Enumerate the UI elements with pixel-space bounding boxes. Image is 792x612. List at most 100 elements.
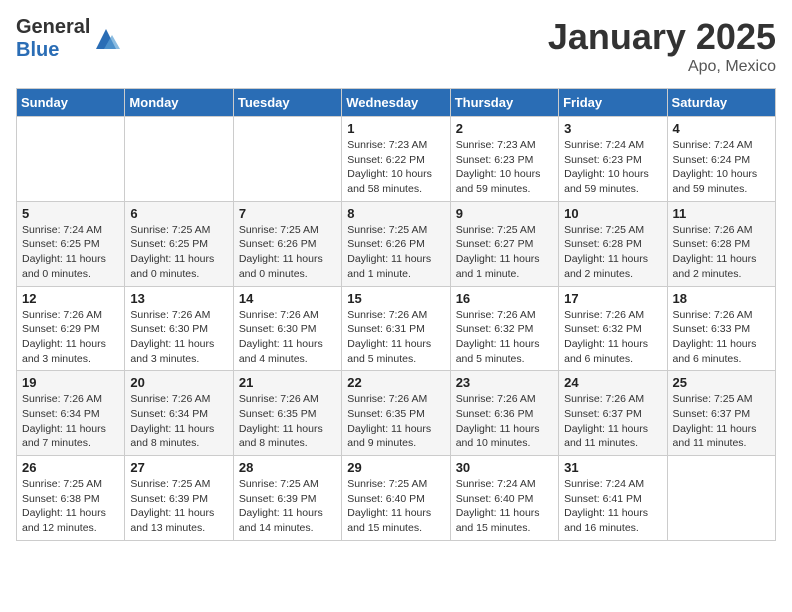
header-sunday: Sunday bbox=[17, 89, 125, 117]
day-info: Sunrise: 7:26 AM Sunset: 6:32 PM Dayligh… bbox=[564, 308, 661, 367]
day-number: 15 bbox=[347, 291, 444, 306]
day-info: Sunrise: 7:26 AM Sunset: 6:31 PM Dayligh… bbox=[347, 308, 444, 367]
header-monday: Monday bbox=[125, 89, 233, 117]
day-number: 31 bbox=[564, 460, 661, 475]
day-info: Sunrise: 7:26 AM Sunset: 6:34 PM Dayligh… bbox=[22, 392, 119, 451]
calendar-header-row: Sunday Monday Tuesday Wednesday Thursday… bbox=[17, 89, 776, 117]
day-info: Sunrise: 7:24 AM Sunset: 6:24 PM Dayligh… bbox=[673, 138, 770, 197]
cell-4-5: 31 Sunrise: 7:24 AM Sunset: 6:41 PM Dayli… bbox=[559, 456, 667, 541]
day-info: Sunrise: 7:26 AM Sunset: 6:32 PM Dayligh… bbox=[456, 308, 553, 367]
cell-2-4: 16Sunrise: 7:26 AM Sunset: 6:32 PM Dayli… bbox=[450, 286, 558, 371]
day-info: Sunrise: 7:25 AM Sunset: 6:26 PM Dayligh… bbox=[239, 223, 336, 282]
day-number: 9 bbox=[456, 206, 553, 221]
cell-4-2: 28 Sunrise: 7:25 AM Sunset: 6:39 PM Dayli… bbox=[233, 456, 341, 541]
day-info: Sunrise: 7:25 AM Sunset: 6:39 PM Dayligh… bbox=[239, 477, 336, 536]
day-info: Sunrise: 7:26 AM Sunset: 6:35 PM Dayligh… bbox=[347, 392, 444, 451]
day-number: 2 bbox=[456, 121, 553, 136]
day-number: 14 bbox=[239, 291, 336, 306]
day-info: Sunrise: 7:25 AM Sunset: 6:39 PM Dayligh… bbox=[130, 477, 227, 536]
month-title: January 2025 bbox=[548, 16, 776, 58]
day-number: 6 bbox=[130, 206, 227, 221]
cell-4-4: 30 Sunrise: 7:24 AM Sunset: 6:40 PM Dayli… bbox=[450, 456, 558, 541]
day-info: Sunrise: 7:26 AM Sunset: 6:34 PM Dayligh… bbox=[130, 392, 227, 451]
day-number: 11 bbox=[673, 206, 770, 221]
day-number: 13 bbox=[130, 291, 227, 306]
day-number: 21 bbox=[239, 375, 336, 390]
header-friday: Friday bbox=[559, 89, 667, 117]
cell-3-2: 21 Sunrise: 7:26 AM Sunset: 6:35 PM Dayli… bbox=[233, 371, 341, 456]
day-number: 19 bbox=[22, 375, 119, 390]
day-info: Sunrise: 7:23 AM Sunset: 6:22 PM Dayligh… bbox=[347, 138, 444, 197]
day-info: Sunrise: 7:26 AM Sunset: 6:36 PM Dayligh… bbox=[456, 392, 553, 451]
day-number: 10 bbox=[564, 206, 661, 221]
cell-1-4: 9 Sunrise: 7:25 AM Sunset: 6:27 PM Daylig… bbox=[450, 201, 558, 286]
cell-4-0: 26Sunrise: 7:25 AM Sunset: 6:38 PM Dayli… bbox=[17, 456, 125, 541]
day-info: Sunrise: 7:26 AM Sunset: 6:29 PM Dayligh… bbox=[22, 308, 119, 367]
day-info: Sunrise: 7:25 AM Sunset: 6:26 PM Dayligh… bbox=[347, 223, 444, 282]
logo-blue: Blue bbox=[16, 39, 59, 61]
day-info: Sunrise: 7:24 AM Sunset: 6:40 PM Dayligh… bbox=[456, 477, 553, 536]
week-row-0: 1 Sunrise: 7:23 AM Sunset: 6:22 PM Daylig… bbox=[17, 117, 776, 202]
day-number: 20 bbox=[130, 375, 227, 390]
day-number: 28 bbox=[239, 460, 336, 475]
day-info: Sunrise: 7:26 AM Sunset: 6:28 PM Dayligh… bbox=[673, 223, 770, 282]
day-info: Sunrise: 7:25 AM Sunset: 6:25 PM Dayligh… bbox=[130, 223, 227, 282]
day-number: 30 bbox=[456, 460, 553, 475]
cell-1-0: 5Sunrise: 7:24 AM Sunset: 6:25 PM Daylig… bbox=[17, 201, 125, 286]
week-row-4: 26Sunrise: 7:25 AM Sunset: 6:38 PM Dayli… bbox=[17, 456, 776, 541]
cell-2-6: 18Sunrise: 7:26 AM Sunset: 6:33 PM Dayli… bbox=[667, 286, 775, 371]
day-number: 24 bbox=[564, 375, 661, 390]
cell-3-3: 22 Sunrise: 7:26 AM Sunset: 6:35 PM Dayli… bbox=[342, 371, 450, 456]
day-info: Sunrise: 7:23 AM Sunset: 6:23 PM Dayligh… bbox=[456, 138, 553, 197]
cell-2-2: 14 Sunrise: 7:26 AM Sunset: 6:30 PM Dayli… bbox=[233, 286, 341, 371]
day-info: Sunrise: 7:26 AM Sunset: 6:35 PM Dayligh… bbox=[239, 392, 336, 451]
day-number: 4 bbox=[673, 121, 770, 136]
cell-0-0 bbox=[17, 117, 125, 202]
title-block: January 2025 Apo, Mexico bbox=[548, 16, 776, 76]
day-number: 29 bbox=[347, 460, 444, 475]
header-thursday: Thursday bbox=[450, 89, 558, 117]
cell-3-5: 24Sunrise: 7:26 AM Sunset: 6:37 PM Dayli… bbox=[559, 371, 667, 456]
header-saturday: Saturday bbox=[667, 89, 775, 117]
day-info: Sunrise: 7:24 AM Sunset: 6:25 PM Dayligh… bbox=[22, 223, 119, 282]
day-number: 25 bbox=[673, 375, 770, 390]
cell-1-2: 7 Sunrise: 7:25 AM Sunset: 6:26 PM Daylig… bbox=[233, 201, 341, 286]
day-number: 17 bbox=[564, 291, 661, 306]
cell-0-4: 2 Sunrise: 7:23 AM Sunset: 6:23 PM Daylig… bbox=[450, 117, 558, 202]
day-info: Sunrise: 7:25 AM Sunset: 6:28 PM Dayligh… bbox=[564, 223, 661, 282]
day-info: Sunrise: 7:25 AM Sunset: 6:38 PM Dayligh… bbox=[22, 477, 119, 536]
cell-1-5: 10 Sunrise: 7:25 AM Sunset: 6:28 PM Dayli… bbox=[559, 201, 667, 286]
cell-2-5: 17 Sunrise: 7:26 AM Sunset: 6:32 PM Dayli… bbox=[559, 286, 667, 371]
day-number: 12 bbox=[22, 291, 119, 306]
day-number: 18 bbox=[673, 291, 770, 306]
day-number: 23 bbox=[456, 375, 553, 390]
cell-0-3: 1 Sunrise: 7:23 AM Sunset: 6:22 PM Daylig… bbox=[342, 117, 450, 202]
logo-icon bbox=[92, 25, 120, 53]
day-info: Sunrise: 7:25 AM Sunset: 6:27 PM Dayligh… bbox=[456, 223, 553, 282]
cell-0-6: 4 Sunrise: 7:24 AM Sunset: 6:24 PM Daylig… bbox=[667, 117, 775, 202]
cell-0-1 bbox=[125, 117, 233, 202]
day-info: Sunrise: 7:24 AM Sunset: 6:41 PM Dayligh… bbox=[564, 477, 661, 536]
cell-1-1: 6 Sunrise: 7:25 AM Sunset: 6:25 PM Daylig… bbox=[125, 201, 233, 286]
cell-1-3: 8Sunrise: 7:25 AM Sunset: 6:26 PM Daylig… bbox=[342, 201, 450, 286]
cell-3-1: 20 Sunrise: 7:26 AM Sunset: 6:34 PM Dayli… bbox=[125, 371, 233, 456]
day-number: 1 bbox=[347, 121, 444, 136]
day-info: Sunrise: 7:25 AM Sunset: 6:40 PM Dayligh… bbox=[347, 477, 444, 536]
week-row-1: 5Sunrise: 7:24 AM Sunset: 6:25 PM Daylig… bbox=[17, 201, 776, 286]
day-info: Sunrise: 7:24 AM Sunset: 6:23 PM Dayligh… bbox=[564, 138, 661, 197]
day-number: 7 bbox=[239, 206, 336, 221]
cell-0-5: 3 Sunrise: 7:24 AM Sunset: 6:23 PM Daylig… bbox=[559, 117, 667, 202]
week-row-2: 12 Sunrise: 7:26 AM Sunset: 6:29 PM Dayli… bbox=[17, 286, 776, 371]
cell-0-2 bbox=[233, 117, 341, 202]
cell-1-6: 11 Sunrise: 7:26 AM Sunset: 6:28 PM Dayli… bbox=[667, 201, 775, 286]
day-number: 3 bbox=[564, 121, 661, 136]
day-info: Sunrise: 7:26 AM Sunset: 6:30 PM Dayligh… bbox=[239, 308, 336, 367]
calendar-table: Sunday Monday Tuesday Wednesday Thursday… bbox=[16, 88, 776, 541]
cell-4-1: 27Sunrise: 7:25 AM Sunset: 6:39 PM Dayli… bbox=[125, 456, 233, 541]
cell-2-3: 15 Sunrise: 7:26 AM Sunset: 6:31 PM Dayli… bbox=[342, 286, 450, 371]
day-number: 22 bbox=[347, 375, 444, 390]
cell-4-3: 29 Sunrise: 7:25 AM Sunset: 6:40 PM Dayli… bbox=[342, 456, 450, 541]
cell-4-6 bbox=[667, 456, 775, 541]
cell-2-0: 12 Sunrise: 7:26 AM Sunset: 6:29 PM Dayli… bbox=[17, 286, 125, 371]
cell-3-0: 19 Sunrise: 7:26 AM Sunset: 6:34 PM Dayli… bbox=[17, 371, 125, 456]
